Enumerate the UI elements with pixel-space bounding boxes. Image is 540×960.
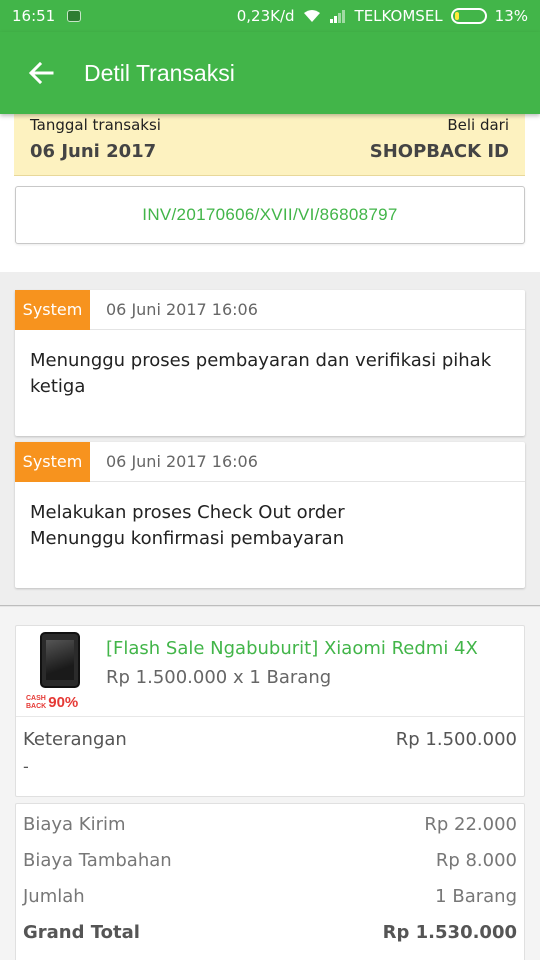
summary-row: Biaya Tambahan Rp 8.000	[23, 850, 517, 871]
history-line: Menunggu proses pembayaran dan verifikas…	[30, 350, 492, 371]
system-tag: System	[15, 289, 90, 330]
date-value: 06 Juni 2017	[30, 141, 157, 162]
summary-label: Biaya Kirim	[23, 814, 126, 835]
wifi-icon	[303, 10, 320, 22]
carrier-name: TELKOMSEL	[354, 7, 443, 25]
history-time: 06 Juni 2017 16:06	[106, 452, 258, 471]
status-bar: 16:51 0,23K/d TELKOMSEL 13%	[0, 0, 540, 32]
note-label: Keterangan	[23, 729, 127, 750]
invoice-link[interactable]: INV/20170606/XVII/VI/86808797	[15, 186, 525, 244]
cashback-percent: 90%	[48, 694, 79, 711]
status-time: 16:51	[12, 7, 56, 25]
transaction-header: Tanggal transaksi Beli dari 06 Juni 2017…	[0, 114, 540, 272]
history-item: System 06 Juni 2017 16:06 Melakukan pros…	[15, 441, 525, 588]
history-line: Menunggu konfirmasi pembayaran	[30, 528, 345, 549]
arrow-left-icon	[28, 62, 54, 84]
notification-icon	[67, 10, 82, 22]
cashback-text: BACK	[26, 702, 47, 710]
history-line: ketiga	[30, 376, 86, 397]
summary-label: Biaya Tambahan	[23, 850, 172, 871]
transaction-history: System 06 Juni 2017 16:06 Menunggu prose…	[0, 272, 540, 606]
grand-total-value: Rp 1.530.000	[382, 922, 517, 943]
back-button[interactable]	[0, 32, 84, 114]
history-item: System 06 Juni 2017 16:06 Menunggu prose…	[15, 289, 525, 436]
order-details: CASH BACK 90% [Flash Sale Ngabuburit] Xia…	[0, 607, 540, 960]
product-image[interactable]: CASH BACK 90%	[26, 632, 96, 712]
system-tag: System	[15, 441, 90, 482]
date-label: Tanggal transaksi	[30, 116, 161, 134]
summary-value: 1 Barang	[435, 886, 517, 907]
history-time: 06 Juni 2017 16:06	[106, 300, 258, 319]
history-message: Melakukan proses Check Out order Menungg…	[15, 482, 525, 570]
product-name-link[interactable]: [Flash Sale Ngabuburit] Xiaomi Redmi 4X	[106, 638, 478, 659]
history-line: Melakukan proses Check Out order	[30, 502, 345, 523]
cashback-text: CASH	[26, 694, 46, 702]
note-text: -	[23, 757, 29, 776]
history-message: Menunggu proses pembayaran dan verifikas…	[15, 330, 525, 418]
grand-total-label: Grand Total	[23, 922, 140, 943]
summary-value: Rp 8.000	[435, 850, 517, 871]
summary-label: Jumlah	[23, 886, 85, 907]
battery-percent: 13%	[494, 7, 528, 25]
signal-icon	[329, 10, 345, 23]
note-value: Rp 1.500.000	[395, 729, 517, 750]
battery-icon	[450, 8, 487, 24]
summary-row: Biaya Kirim Rp 22.000	[23, 814, 517, 835]
app-bar: Detil Transaksi	[0, 32, 540, 114]
product-price-qty: Rp 1.500.000 x 1 Barang	[106, 667, 332, 688]
phone-icon	[40, 632, 80, 688]
page-title: Detil Transaksi	[84, 59, 235, 86]
product-card: CASH BACK 90% [Flash Sale Ngabuburit] Xia…	[15, 625, 525, 797]
network-speed: 0,23K/d	[236, 7, 295, 25]
seller-label: Beli dari	[447, 116, 509, 134]
seller-value[interactable]: SHOPBACK ID	[370, 141, 509, 162]
payment-summary: Biaya Kirim Rp 22.000 Biaya Tambahan Rp …	[15, 803, 525, 960]
grand-total-row: Grand Total Rp 1.530.000	[23, 922, 517, 943]
cashback-badge: CASH BACK 90%	[26, 694, 96, 711]
invoice-number[interactable]: INV/20170606/XVII/VI/86808797	[142, 205, 397, 225]
summary-row: Jumlah 1 Barang	[23, 886, 517, 907]
summary-value: Rp 22.000	[424, 814, 517, 835]
divider	[16, 716, 524, 717]
transaction-info-card: Tanggal transaksi Beli dari 06 Juni 2017…	[14, 114, 525, 176]
